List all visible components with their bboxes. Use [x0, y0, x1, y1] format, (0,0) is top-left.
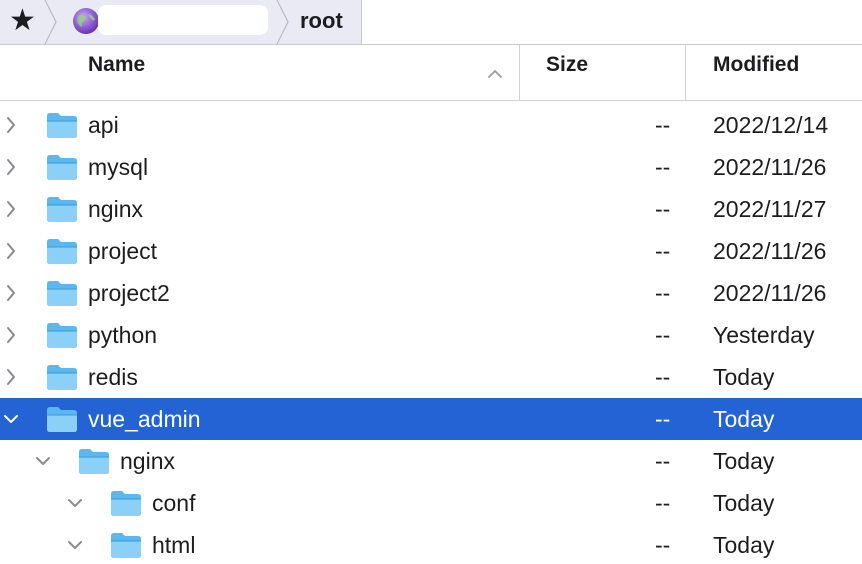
file-modified: Today: [713, 490, 775, 516]
list-item[interactable]: mysql -- 2022/11/26: [0, 146, 862, 188]
list-item[interactable]: html -- Today: [0, 524, 862, 564]
file-name: api: [88, 112, 119, 138]
file-name: python: [88, 322, 158, 348]
column-header-row: Name Size Modified: [0, 44, 862, 101]
file-name: project: [88, 238, 158, 264]
chevron-right-icon[interactable]: [3, 283, 19, 303]
list-item[interactable]: project -- 2022/11/26: [0, 230, 862, 272]
folder-icon: [111, 533, 141, 558]
file-size: --: [655, 490, 671, 516]
folder-icon: [47, 281, 77, 306]
file-size: --: [655, 154, 671, 180]
file-modified: Today: [713, 364, 775, 390]
file-list: api -- 2022/12/14 mysql -- 2022/11/26 nginx -- 2…: [0, 104, 862, 564]
file-size: --: [655, 112, 671, 138]
chevron-right-icon[interactable]: [3, 367, 19, 387]
chevron-right-icon[interactable]: [3, 157, 19, 177]
folder-icon: [111, 491, 141, 516]
list-item[interactable]: project2 -- 2022/11/26: [0, 272, 862, 314]
file-modified: Today: [713, 448, 775, 474]
file-modified: Yesterday: [713, 322, 815, 348]
file-modified: 2022/12/14: [713, 112, 829, 138]
breadcrumb-separator-icon: [44, 0, 57, 44]
list-item[interactable]: python -- Yesterday: [0, 314, 862, 356]
file-name: nginx: [88, 196, 143, 222]
file-name: nginx: [120, 448, 175, 474]
file-size: --: [655, 406, 671, 432]
server-name-redacted[interactable]: [98, 5, 268, 35]
breadcrumb-current-folder[interactable]: root: [300, 8, 343, 34]
file-size: --: [655, 196, 671, 222]
file-modified: Today: [713, 406, 775, 432]
column-divider[interactable]: [519, 45, 520, 101]
file-size: --: [655, 532, 671, 558]
chevron-down-icon[interactable]: [67, 535, 83, 555]
list-item[interactable]: api -- 2022/12/14: [0, 104, 862, 146]
chevron-right-icon[interactable]: [3, 115, 19, 135]
breadcrumb: ★ root: [0, 0, 362, 44]
file-name: conf: [152, 490, 196, 516]
breadcrumb-separator-icon: [276, 0, 289, 44]
file-modified: 2022/11/26: [713, 280, 827, 306]
file-size: --: [655, 364, 671, 390]
file-modified: 2022/11/26: [713, 238, 827, 264]
chevron-up-icon[interactable]: [487, 69, 503, 79]
chevron-right-icon[interactable]: [3, 325, 19, 345]
list-item[interactable]: vue_admin -- Today: [0, 398, 862, 440]
column-header-modified[interactable]: Modified: [713, 53, 799, 77]
file-name: mysql: [88, 154, 149, 180]
folder-icon: [47, 113, 77, 138]
column-header-name[interactable]: Name: [88, 53, 145, 77]
file-modified: 2022/11/26: [713, 154, 827, 180]
file-modified: Today: [713, 532, 775, 558]
chevron-down-icon[interactable]: [3, 409, 19, 429]
chevron-right-icon[interactable]: [3, 241, 19, 261]
list-item[interactable]: conf -- Today: [0, 482, 862, 524]
file-name: html: [152, 532, 196, 558]
folder-icon: [47, 365, 77, 390]
star-icon[interactable]: ★: [9, 5, 36, 37]
chevron-right-icon[interactable]: [3, 199, 19, 219]
file-modified: 2022/11/27: [713, 196, 827, 222]
file-size: --: [655, 448, 671, 474]
folder-icon: [47, 239, 77, 264]
column-divider[interactable]: [685, 45, 686, 101]
list-item[interactable]: redis -- Today: [0, 356, 862, 398]
file-size: --: [655, 322, 671, 348]
folder-icon: [47, 407, 77, 432]
file-size: --: [655, 238, 671, 264]
chevron-down-icon[interactable]: [67, 493, 83, 513]
folder-icon: [47, 323, 77, 348]
file-name: vue_admin: [88, 406, 201, 432]
folder-icon: [47, 155, 77, 180]
list-item[interactable]: nginx -- Today: [0, 440, 862, 482]
column-header-size[interactable]: Size: [546, 53, 588, 77]
globe-icon[interactable]: [71, 6, 101, 36]
folder-icon: [79, 449, 109, 474]
file-name: redis: [88, 364, 138, 390]
list-item[interactable]: nginx -- 2022/11/27: [0, 188, 862, 230]
chevron-down-icon[interactable]: [35, 451, 51, 471]
path-bar: ★ root: [0, 0, 862, 44]
folder-icon: [47, 197, 77, 222]
file-size: --: [655, 280, 671, 306]
file-name: project2: [88, 280, 170, 306]
